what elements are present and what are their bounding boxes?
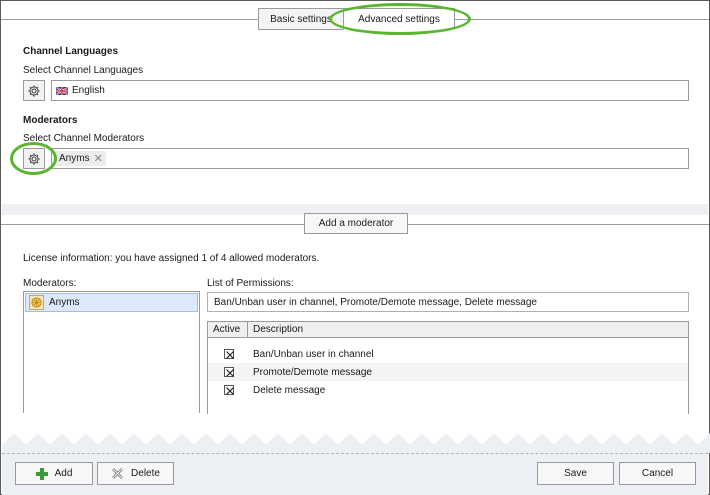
token-label: Anyms [59,153,90,164]
permissions-table: Active Description Ban/Unban user in cha… [207,321,689,414]
moderators-title: Moderators [23,115,78,126]
permissions-summary: Ban/Unban user in channel, Promote/Demot… [207,292,689,312]
license-info: License information: you have assigned 1… [23,253,320,264]
remove-icon[interactable]: ✕ [94,152,103,165]
languages-field[interactable]: English [51,80,689,101]
permission-description: Promote/Demote message [253,366,372,378]
language-value: English [72,85,105,96]
tab-label: Advanced settings [358,13,440,25]
list-item[interactable]: Anyms [25,293,198,312]
avatar-icon [29,295,44,310]
table-row: Promote/Demote message [208,363,688,381]
delete-x-icon [111,467,124,480]
torn-edge-decoration [2,433,710,453]
plus-icon [35,467,48,480]
delete-button[interactable]: Delete [97,462,174,485]
column-header-active[interactable]: Active [208,322,248,337]
permission-description: Delete message [253,384,326,396]
gear-icon [28,84,40,97]
add-moderator-button[interactable]: Add a moderator [304,213,408,234]
cancel-button[interactable]: Cancel [619,462,696,485]
table-header: Active Description [208,322,688,338]
save-label: Save [564,468,587,479]
column-header-description[interactable]: Description [248,324,303,335]
gear-icon [28,152,40,165]
permission-description: Ban/Unban user in channel [253,348,374,360]
checkbox[interactable] [224,385,234,395]
languages-title: Channel Languages [23,46,119,57]
tab-label: Basic settings [270,13,332,25]
add-button[interactable]: Add [15,462,93,485]
moderators-settings-button[interactable] [23,148,45,169]
uk-flag-icon [56,86,68,95]
add-label: Add [54,468,73,479]
moderators-list[interactable]: Anyms [23,291,200,413]
tab-basic-settings[interactable]: Basic settings [258,8,344,30]
list-item-label: Anyms [49,297,80,308]
table-row: Ban/Unban user in channel [208,345,688,363]
add-moderator-label: Add a moderator [318,218,394,229]
moderators-list-label: Moderators: [23,278,77,289]
table-row: Delete message [208,381,688,399]
moderator-token[interactable]: Anyms ✕ [56,151,106,166]
languages-label: Select Channel Languages [23,65,144,76]
permissions-summary-text: Ban/Unban user in channel, Promote/Demot… [214,296,537,308]
delete-label: Delete [131,468,160,479]
moderators-field[interactable]: Anyms ✕ [51,148,689,169]
languages-settings-button[interactable] [23,80,45,101]
moderators-label: Select Channel Moderators [23,133,145,144]
cancel-label: Cancel [641,468,674,479]
save-button[interactable]: Save [537,462,614,485]
tab-advanced-settings[interactable]: Advanced settings [343,8,455,30]
checkbox[interactable] [224,367,234,377]
settings-panel: Basic settings Advanced settings Channel… [0,0,710,495]
checkbox[interactable] [224,349,234,359]
permissions-label: List of Permissions: [207,278,294,289]
